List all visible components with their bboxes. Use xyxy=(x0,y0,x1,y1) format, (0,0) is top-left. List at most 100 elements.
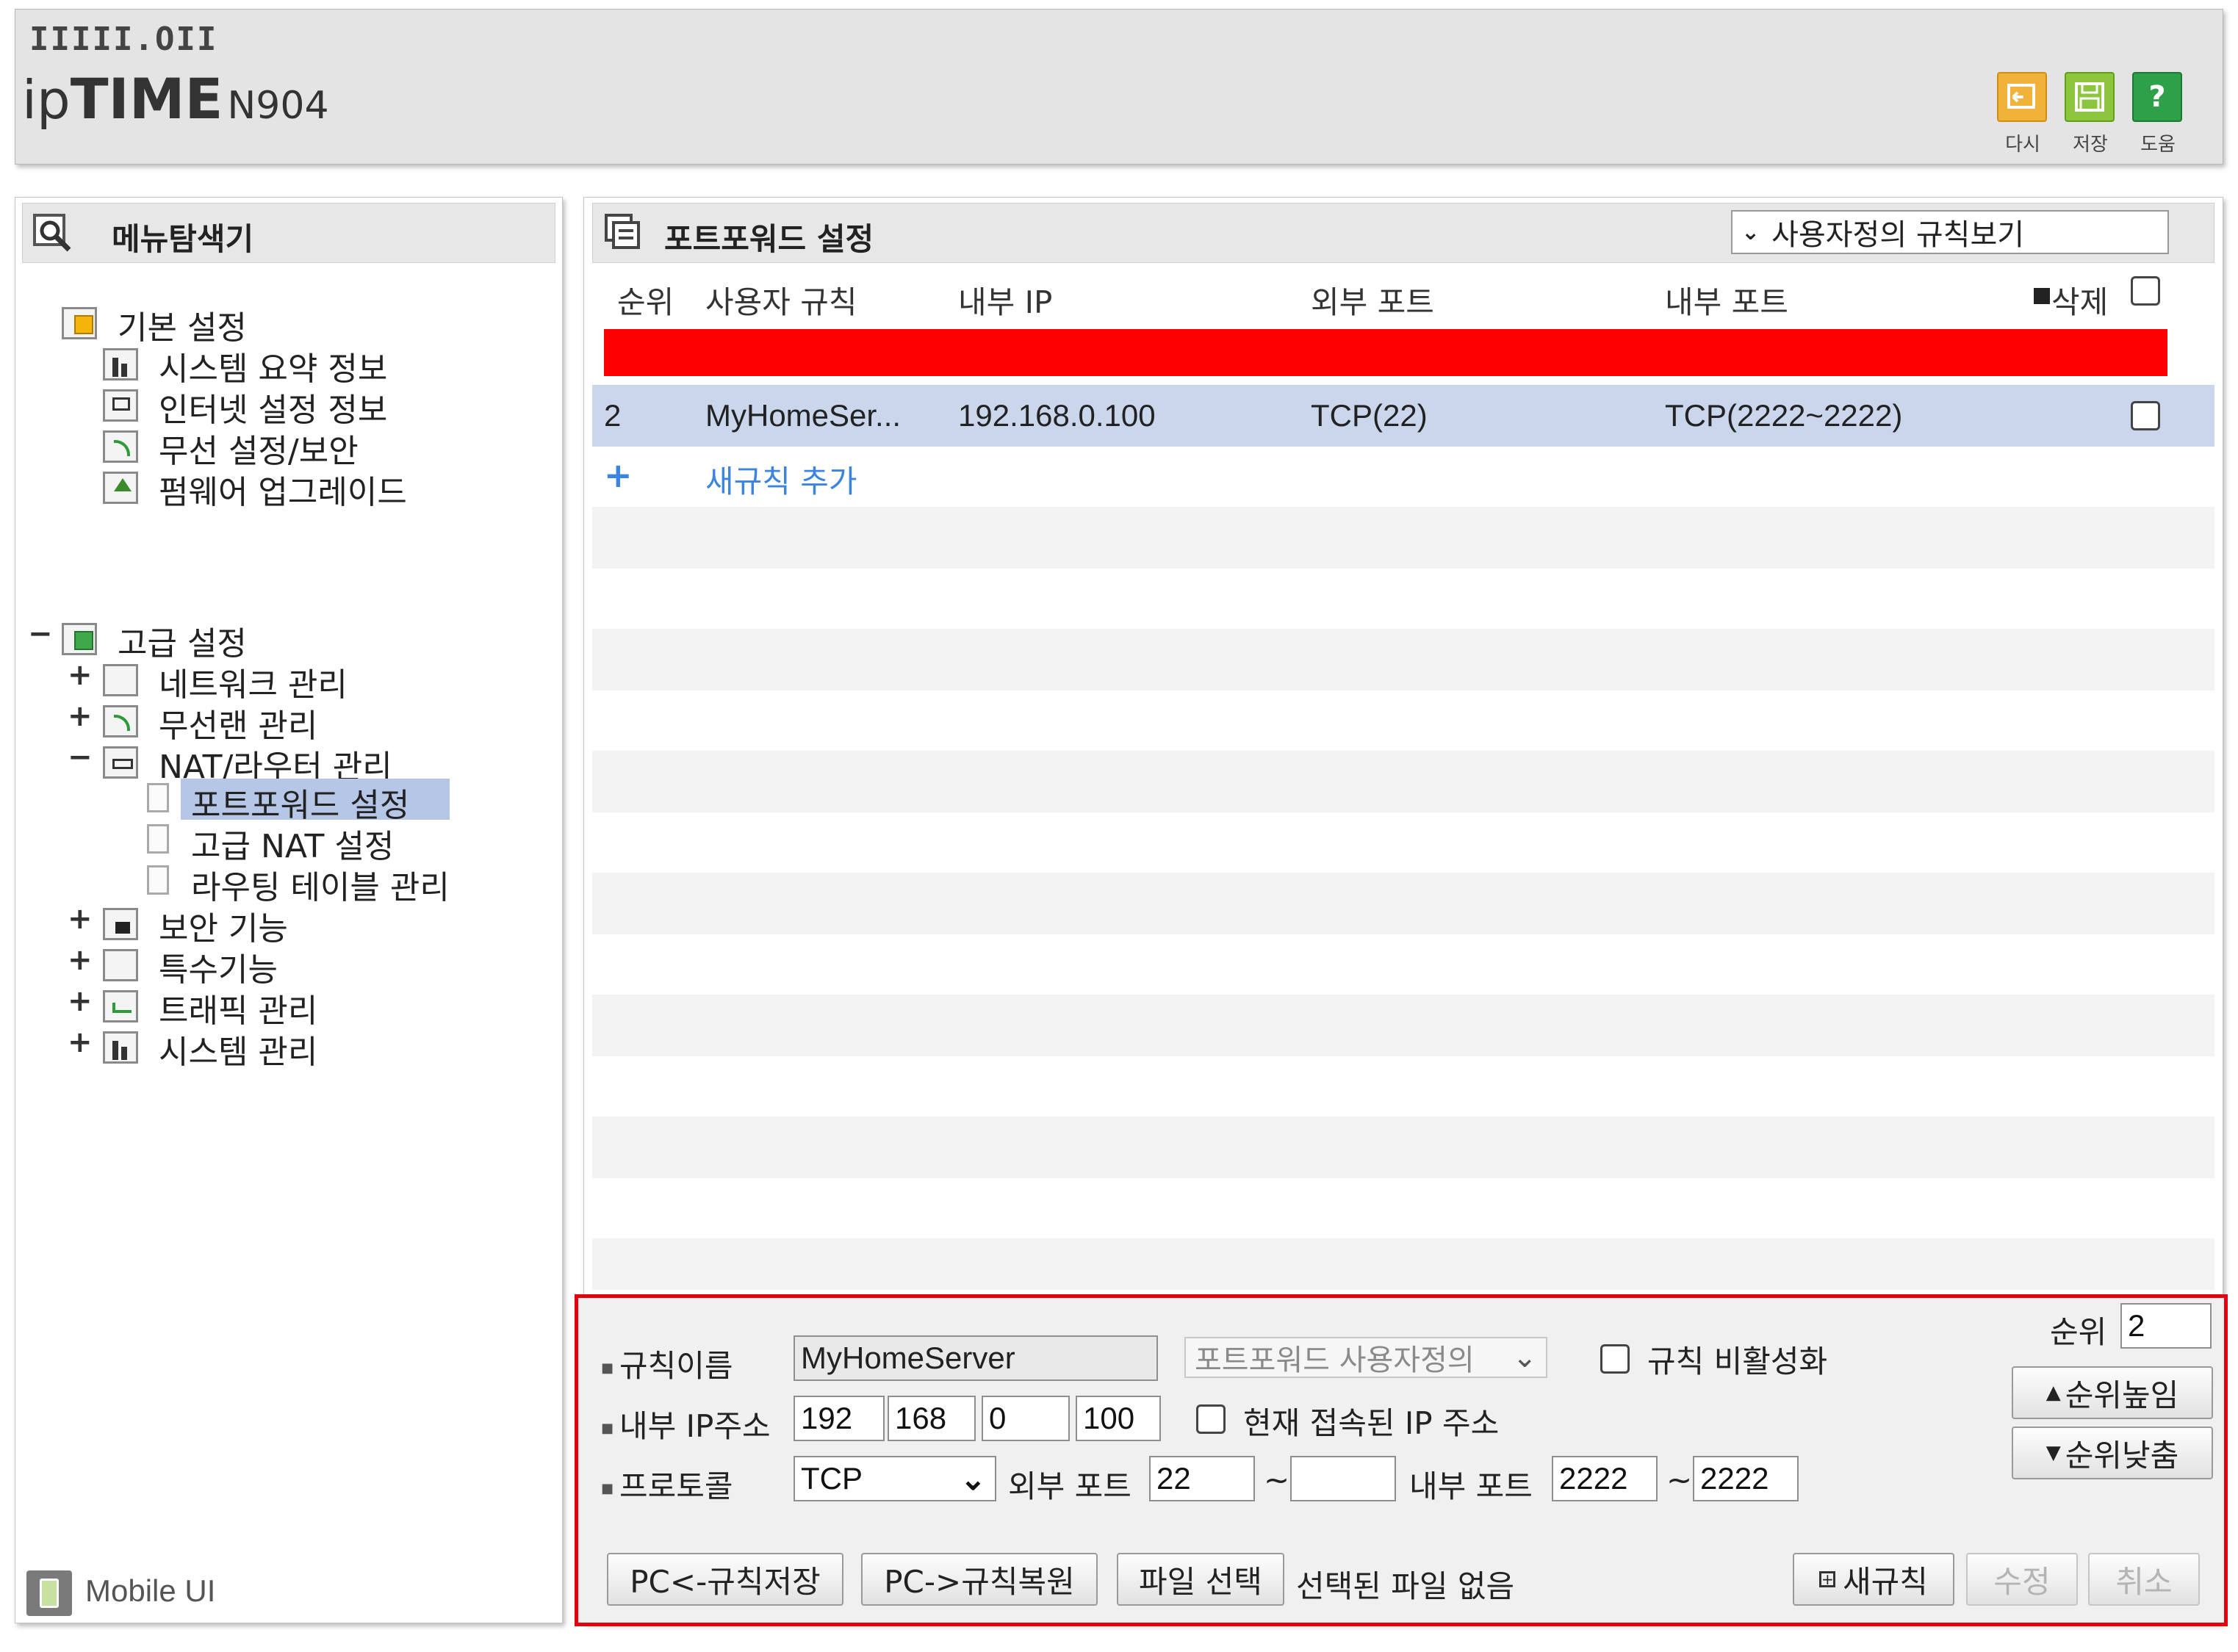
mobile-ui-link[interactable]: Mobile UI xyxy=(85,1573,215,1609)
new-rule-label: 새규칙 xyxy=(1843,1563,1928,1600)
ext-port-to-input[interactable] xyxy=(1290,1456,1396,1501)
delete-icon xyxy=(2034,288,2050,304)
no-file-label: 선택된 파일 없음 xyxy=(1296,1568,1515,1604)
arrow-up-icon: ▲ xyxy=(2045,1382,2061,1404)
int-port-to-input[interactable]: 2222 xyxy=(1693,1456,1799,1501)
menu-special-functions[interactable]: 특수기능 xyxy=(159,943,278,990)
raise-order-button[interactable]: ▲ 순위높임 xyxy=(2012,1366,2213,1419)
ip-octet-4[interactable]: 100 xyxy=(1076,1396,1161,1441)
rule-view-select[interactable]: ⌄ 사용자정의 규칙보기 xyxy=(1731,210,2169,254)
firmware-upgrade-icon xyxy=(103,472,138,504)
disable-rule-checkbox[interactable] xyxy=(1600,1344,1630,1374)
col-internal-port: 내부 포트 xyxy=(1665,284,1788,320)
chevron-down-icon: ⌄ xyxy=(1741,219,1760,245)
expand-toggle[interactable]: + xyxy=(68,984,93,1018)
undo-button[interactable] xyxy=(1997,72,2047,122)
add-rule-link[interactable]: 새규칙 추가 xyxy=(705,457,857,502)
expand-toggle[interactable]: + xyxy=(68,699,93,733)
menu-port-forward[interactable]: 포트포워드 설정 xyxy=(181,779,450,824)
new-rule-button[interactable]: + 새규칙 xyxy=(1793,1553,1954,1606)
range-tilde: ~ xyxy=(1666,1462,1693,1498)
ip-octet-2[interactable]: 168 xyxy=(888,1396,976,1441)
save-button[interactable] xyxy=(2065,72,2115,122)
current-ip-label: 현재 접속된 IP 주소 xyxy=(1243,1405,1500,1441)
router-icon xyxy=(103,746,138,779)
page-icon xyxy=(147,783,169,812)
folder-icon xyxy=(62,307,97,339)
select-all-checkbox[interactable] xyxy=(2131,276,2160,306)
expand-toggle[interactable]: + xyxy=(68,658,93,692)
ip-octet-1[interactable]: 192 xyxy=(794,1396,885,1441)
menu-advanced-nat[interactable]: 고급 NAT 설정 xyxy=(191,820,394,867)
range-tilde: ~ xyxy=(1264,1462,1290,1498)
empty-row xyxy=(592,1117,2214,1178)
expand-toggle[interactable]: + xyxy=(68,902,93,936)
preset-select-value: 포트포워드 사용자정의 xyxy=(1195,1343,1475,1377)
help-icon: ? xyxy=(2148,80,2166,114)
logo-ip: ip xyxy=(22,69,71,131)
model-name: N904 xyxy=(227,84,329,128)
col-external-port: 외부 포트 xyxy=(1311,284,1434,320)
row-delete-checkbox[interactable] xyxy=(2131,401,2160,430)
menu-security[interactable]: 보안 기능 xyxy=(159,902,288,949)
col-order: 순위 xyxy=(617,284,674,320)
page-icon xyxy=(147,865,169,895)
ip-octet-3[interactable]: 0 xyxy=(982,1396,1070,1441)
lower-order-button[interactable]: ▼ 순위낮춤 xyxy=(2012,1426,2213,1479)
collapse-advanced-toggle[interactable]: − xyxy=(28,617,53,651)
expand-toggle[interactable]: + xyxy=(68,943,93,977)
restore-rules-from-pc-button[interactable]: PC->규칙복원 xyxy=(861,1553,1098,1606)
top-header xyxy=(15,9,2223,165)
system-management-icon xyxy=(103,1031,138,1064)
menu-wlan-management[interactable]: 무선랜 관리 xyxy=(159,699,317,746)
bullet-icon: ■ xyxy=(601,1360,614,1376)
traffic-chart-icon xyxy=(103,990,138,1022)
current-ip-checkbox[interactable] xyxy=(1196,1404,1226,1434)
ext-port-from-input[interactable]: 22 xyxy=(1149,1456,1255,1501)
chevron-down-icon: ⌄ xyxy=(1512,1341,1537,1374)
folder-icon xyxy=(62,623,97,655)
menu-network-management[interactable]: 네트워크 관리 xyxy=(159,658,348,705)
empty-row xyxy=(592,751,2214,812)
menu-internet-info[interactable]: 인터넷 설정 정보 xyxy=(159,383,387,430)
collapse-toggle[interactable]: − xyxy=(68,740,93,774)
protocol-label-text: 프로토콜 xyxy=(619,1468,733,1504)
empty-row xyxy=(592,995,2214,1056)
int-port-from-input[interactable]: 2222 xyxy=(1552,1456,1658,1501)
expand-toggle[interactable]: + xyxy=(68,1025,93,1059)
empty-row xyxy=(592,1238,2214,1290)
menu-routing-table[interactable]: 라우팅 테이블 관리 xyxy=(191,861,450,908)
modify-button[interactable]: 수정 xyxy=(1966,1553,2078,1606)
menu-wireless-security[interactable]: 무선 설정/보안 xyxy=(159,425,359,472)
menu-traffic-management[interactable]: 트래픽 관리 xyxy=(159,984,317,1031)
special-function-icon xyxy=(103,949,138,981)
menu-system-summary[interactable]: 시스템 요약 정보 xyxy=(159,342,387,389)
help-button[interactable]: ? xyxy=(2132,72,2182,122)
empty-row xyxy=(592,507,2214,569)
menu-firmware-upgrade[interactable]: 펌웨어 업그레이드 xyxy=(159,466,407,513)
order-input[interactable]: 2 xyxy=(2120,1303,2212,1349)
mobile-ui-icon[interactable] xyxy=(26,1570,72,1616)
rule-name-input[interactable]: MyHomeServer xyxy=(794,1335,1158,1381)
menu-advanced-settings[interactable]: 고급 설정 xyxy=(118,617,247,664)
protocol-select[interactable]: TCP ⌄ xyxy=(794,1456,996,1501)
logo-time: TIME xyxy=(70,66,223,131)
bullet-icon: ■ xyxy=(601,1481,614,1496)
menu-basic-settings[interactable]: 기본 설정 xyxy=(118,301,247,348)
int-port-label: 내부 포트 xyxy=(1409,1468,1533,1504)
row-internal-port: TCP(2222~2222) xyxy=(1665,398,1903,433)
brand-logo: ipTIME N904 xyxy=(22,66,329,131)
col-rule: 사용자 규칙 xyxy=(705,284,857,320)
menu-system-management[interactable]: 시스템 관리 xyxy=(159,1025,317,1072)
col-internal-ip: 내부 IP xyxy=(958,284,1053,320)
rule-view-select-value: 사용자정의 규칙보기 xyxy=(1771,218,2025,252)
preset-select[interactable]: 포트포워드 사용자정의 ⌄ xyxy=(1184,1337,1547,1378)
cancel-button[interactable]: 취소 xyxy=(2088,1553,2200,1606)
raise-order-label: 순위높임 xyxy=(2065,1377,2179,1413)
save-rules-to-pc-button[interactable]: PC<-규칙저장 xyxy=(607,1553,843,1606)
rule-name-label: ■ 규칙이름 xyxy=(601,1341,733,1386)
disable-rule-label: 규칙 비활성화 xyxy=(1647,1343,1828,1379)
choose-file-button[interactable]: 파일 선택 xyxy=(1117,1553,1284,1606)
save-icon xyxy=(2075,82,2104,112)
menu-explorer-header xyxy=(22,203,555,263)
